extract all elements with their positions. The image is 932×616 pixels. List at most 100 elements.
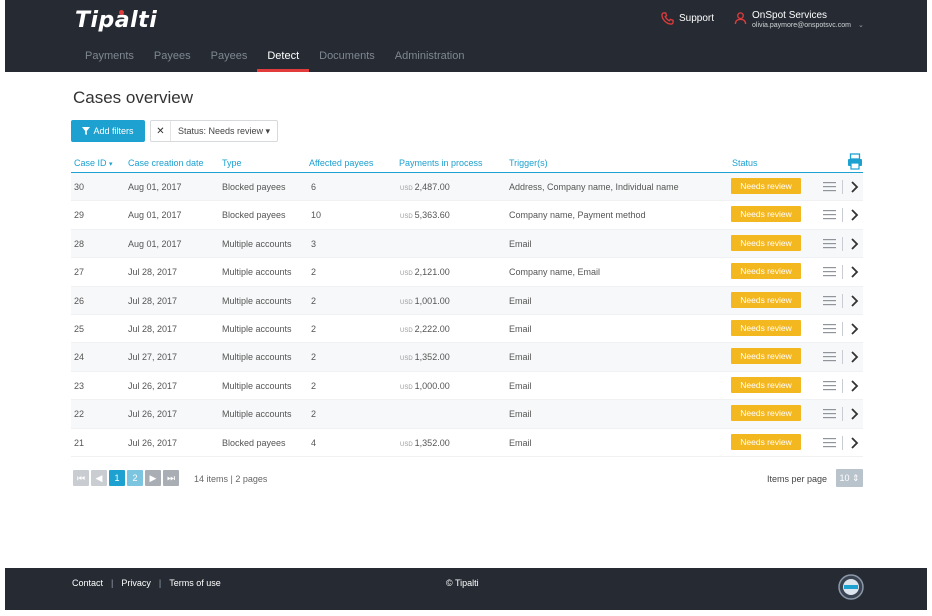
chevron-right-icon[interactable] bbox=[849, 436, 859, 450]
cell-type: Multiple accounts bbox=[222, 352, 292, 363]
payment-amount: 1,352.00 bbox=[414, 352, 450, 363]
cell-triggers: Email bbox=[509, 295, 532, 306]
action-divider bbox=[842, 378, 843, 393]
table-row[interactable]: 23 Jul 26, 2017 Multiple accounts 2 USD 1,000… bbox=[71, 372, 863, 401]
page-2-button[interactable]: 2 bbox=[127, 470, 143, 486]
add-filters-button[interactable]: Add filters bbox=[71, 120, 145, 142]
menu-icon[interactable] bbox=[823, 408, 836, 419]
cell-type: Blocked payees bbox=[222, 210, 286, 221]
table-row[interactable]: 25 Jul 28, 2017 Multiple accounts 2 USD 2,222… bbox=[71, 315, 863, 344]
cell-payments: USD 5,363.60 bbox=[400, 210, 450, 220]
cell-case-id: 27 bbox=[74, 267, 85, 278]
chevron-right-icon[interactable] bbox=[849, 407, 859, 421]
table-row[interactable]: 28 Aug 01, 2017 Multiple accounts 3 Email Nee… bbox=[71, 229, 863, 259]
chevron-right-icon[interactable] bbox=[849, 379, 859, 393]
table-row[interactable]: 21 Jul 26, 2017 Blocked payees 4 USD 1,352.00… bbox=[71, 429, 863, 457]
table-row[interactable]: 26 Jul 28, 2017 Multiple accounts 2 USD 1,001… bbox=[71, 286, 863, 315]
footer-divider: | bbox=[158, 578, 162, 588]
cell-case-id: 29 bbox=[74, 210, 85, 221]
menu-icon[interactable] bbox=[823, 380, 836, 391]
table-body: 30 Aug 01, 2017 Blocked payees 6 USD 2,487.00… bbox=[71, 173, 863, 457]
footer-privacy-link[interactable]: Privacy bbox=[121, 578, 151, 588]
nav-administration[interactable]: Administration bbox=[385, 44, 475, 72]
cell-affected-payees: 2 bbox=[311, 295, 317, 306]
close-icon[interactable]: ✕ bbox=[151, 121, 171, 141]
chevron-down-icon[interactable]: ⌄ bbox=[858, 21, 864, 29]
status-badge: Needs review bbox=[731, 291, 801, 308]
col-type[interactable]: Type bbox=[222, 158, 242, 168]
account-menu[interactable]: OnSpot Services olivia.paymore@onspotsvc… bbox=[734, 11, 864, 31]
table-row[interactable]: 24 Jul 27, 2017 Multiple accounts 2 USD 1,352… bbox=[71, 343, 863, 372]
menu-icon[interactable] bbox=[823, 238, 836, 249]
cell-payments: USD 1,001.00 bbox=[400, 296, 450, 306]
col-creation-date[interactable]: Case creation date bbox=[128, 158, 204, 168]
page-1-button[interactable]: 1 bbox=[109, 470, 125, 486]
first-page-icon[interactable]: ⏮ bbox=[73, 470, 89, 486]
col-payments-in-process[interactable]: Payments in process bbox=[399, 158, 483, 168]
table-row[interactable]: 29 Aug 01, 2017 Blocked payees 10 USD 5,363.6… bbox=[71, 201, 863, 230]
table-row[interactable]: 30 Aug 01, 2017 Blocked payees 6 USD 2,487.00… bbox=[71, 173, 863, 202]
status-badge: Needs review bbox=[731, 319, 801, 336]
status-badge: Needs review bbox=[731, 433, 801, 450]
chevron-right-icon[interactable] bbox=[849, 180, 859, 194]
last-page-icon[interactable]: ⏭ bbox=[163, 470, 179, 486]
support-label: Support bbox=[679, 13, 715, 24]
action-divider bbox=[842, 265, 843, 280]
cell-triggers: Company name, Payment method bbox=[509, 210, 646, 221]
nav-detect[interactable]: Detect bbox=[257, 44, 310, 72]
menu-icon[interactable] bbox=[823, 437, 836, 448]
payment-amount: 2,222.00 bbox=[414, 323, 450, 334]
page-title: Cases overview bbox=[73, 88, 193, 107]
next-page-icon[interactable]: ▶ bbox=[145, 470, 161, 486]
chevron-right-icon[interactable] bbox=[849, 265, 859, 279]
chevron-right-icon[interactable] bbox=[849, 208, 859, 222]
currency-label: USD bbox=[400, 327, 413, 334]
cell-case-id: 23 bbox=[74, 380, 85, 391]
payment-amount: 1,000.00 bbox=[414, 380, 450, 391]
nav-payees[interactable]: Payees bbox=[144, 44, 201, 72]
cell-affected-payees: 6 bbox=[311, 182, 317, 192]
footer-terms-link[interactable]: Terms of use bbox=[169, 578, 221, 588]
menu-icon[interactable] bbox=[823, 323, 836, 334]
menu-icon[interactable] bbox=[823, 181, 836, 192]
items-per-page-select[interactable]: 10 ⇕ bbox=[836, 469, 863, 487]
cell-creation-date: Aug 01, 2017 bbox=[128, 238, 182, 249]
col-triggers[interactable]: Trigger(s) bbox=[509, 158, 548, 168]
cell-case-id: 28 bbox=[74, 238, 85, 249]
filter-icon bbox=[82, 127, 91, 135]
nav-payments[interactable]: Payments bbox=[75, 44, 144, 72]
chevron-right-icon[interactable] bbox=[849, 322, 859, 336]
footer-links: Contact | Privacy | Terms of use bbox=[72, 578, 221, 588]
cell-payments: USD 1,352.00 bbox=[400, 352, 450, 362]
payment-amount: 1,352.00 bbox=[414, 437, 450, 448]
nav-documents[interactable]: Documents bbox=[309, 44, 385, 72]
print-icon[interactable] bbox=[847, 153, 863, 170]
action-divider bbox=[842, 236, 843, 251]
col-status[interactable]: Status bbox=[732, 158, 758, 168]
status-filter-chip[interactable]: ✕ Status: Needs review ▾ bbox=[150, 120, 279, 142]
table-row[interactable]: 22 Jul 26, 2017 Multiple accounts 2 Email Nee… bbox=[71, 400, 863, 429]
tipalti-logo[interactable]: Tipalti bbox=[75, 8, 157, 33]
footer-contact-link[interactable]: Contact bbox=[72, 578, 103, 588]
nav-payees-2[interactable]: Payees bbox=[201, 44, 258, 72]
seal-icon[interactable] bbox=[838, 574, 864, 600]
menu-icon[interactable] bbox=[823, 266, 836, 277]
pagination-info: 14 items | 2 pages bbox=[194, 474, 268, 484]
chevron-right-icon[interactable] bbox=[849, 294, 859, 308]
prev-page-icon[interactable]: ◀ bbox=[91, 470, 107, 486]
cell-case-id: 24 bbox=[74, 352, 85, 363]
table-row[interactable]: 27 Jul 28, 2017 Multiple accounts 2 USD 2,121… bbox=[71, 258, 863, 287]
col-case-id[interactable]: Case ID ▾ bbox=[74, 158, 113, 168]
menu-icon[interactable] bbox=[823, 295, 836, 306]
footer: Contact | Privacy | Terms of use © Tipal… bbox=[5, 568, 927, 610]
chevron-right-icon[interactable] bbox=[849, 237, 859, 251]
col-affected-payees[interactable]: Affected payees bbox=[309, 158, 373, 168]
chevron-right-icon[interactable] bbox=[849, 350, 859, 364]
main-nav: Payments Payees Payees Detect Documents … bbox=[75, 44, 474, 72]
menu-icon[interactable] bbox=[823, 209, 836, 220]
cell-type: Multiple accounts bbox=[222, 409, 292, 420]
logo-dot bbox=[119, 10, 124, 15]
menu-icon[interactable] bbox=[823, 351, 836, 362]
cell-payments: USD 2,222.00 bbox=[400, 324, 450, 334]
support-link[interactable]: Support bbox=[661, 12, 714, 25]
